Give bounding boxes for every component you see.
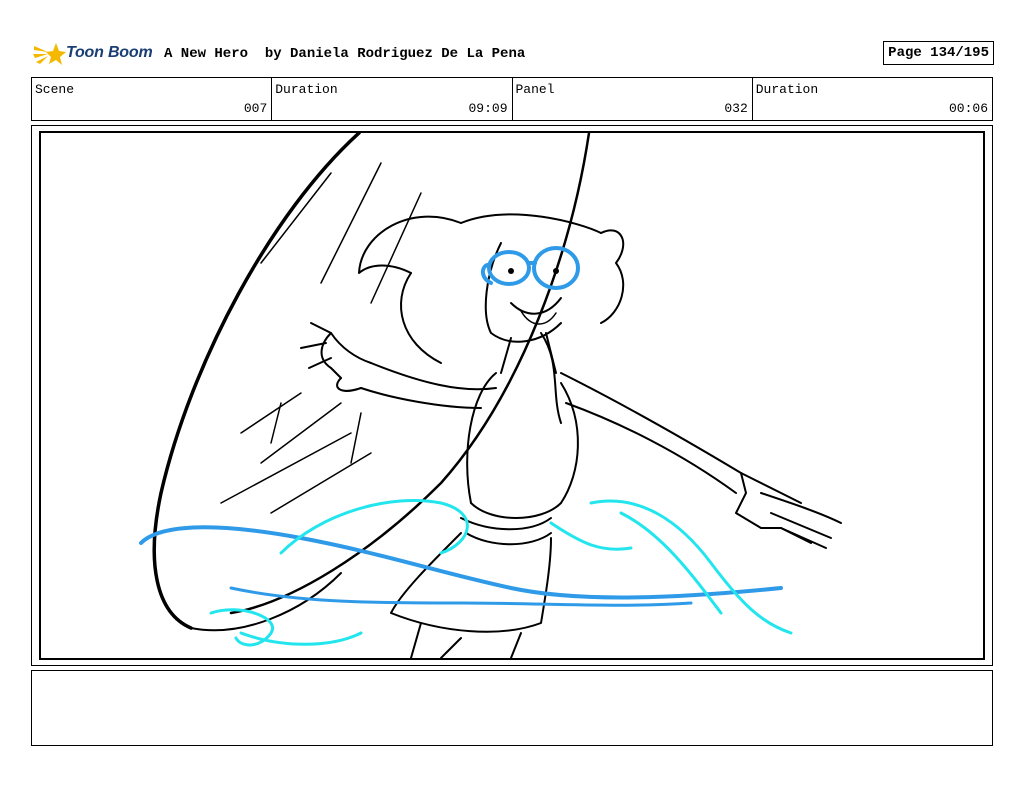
sketch-arc-outer: [152, 133, 361, 630]
magic-ribbon-blue: [139, 525, 783, 600]
toon-boom-logo: Toon Boom: [32, 38, 162, 70]
storyboard-header: Toon Boom A New Hero by Daniela Rodrigue…: [32, 38, 994, 70]
panel-cell: Panel 032: [513, 78, 753, 120]
storyboard-sketch: [139, 133, 842, 658]
goggle-left: [487, 250, 531, 286]
toon-boom-star-icon: [33, 43, 66, 65]
panel-image-area: [39, 131, 985, 660]
storyboard-title: A New Hero by Daniela Rodriguez De La Pe…: [164, 46, 526, 62]
panel-duration-value: 00:06: [948, 101, 988, 116]
page-number: Page 134/195: [883, 41, 994, 65]
scene-cell: Scene 007: [32, 78, 273, 120]
panel-value: 032: [724, 101, 748, 116]
panel-frame: [31, 125, 993, 666]
panel-duration-cell: Duration 00:06: [753, 78, 992, 120]
scene-duration-value: 09:09: [468, 101, 508, 116]
scene-duration-cell: Duration 09:09: [272, 78, 513, 120]
scene-value: 007: [243, 101, 268, 116]
panel-label: Panel: [515, 82, 555, 97]
logo-text: Toon Boom: [66, 44, 153, 61]
panel-notes-area: [31, 670, 993, 746]
panel-info-table: Scene 007 Duration 09:09 Panel 032 Durat…: [31, 77, 993, 121]
scene-label: Scene: [35, 82, 75, 97]
scene-duration-label: Duration: [275, 82, 338, 97]
panel-duration-label: Duration: [755, 82, 819, 97]
